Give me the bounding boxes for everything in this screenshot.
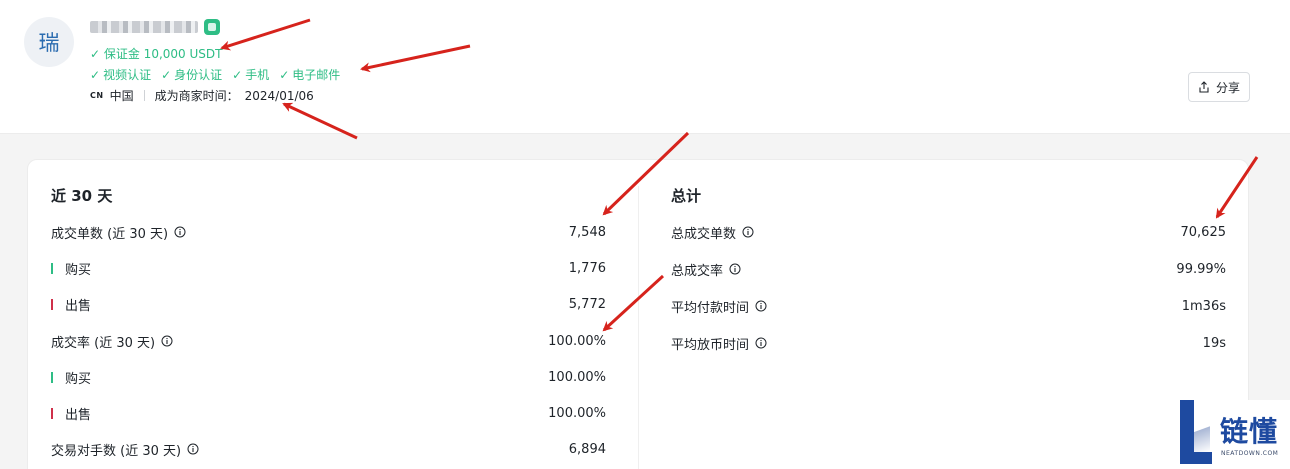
stat-label: 成交单数 (近 30 天) [51, 226, 169, 242]
share-icon [1199, 81, 1209, 93]
merchant-header: 瑞 ✓ 保证金 10,000 USDT ✓ 视频认证 ✓ 身份认证 ✓ 手机 ✓ 电子邮… [0, 0, 1290, 134]
stat-value: 7,548 [568, 224, 606, 240]
check-icon: ✓ [232, 67, 243, 82]
stat-row-total-completion: 总成交率 99.99% [671, 259, 1226, 279]
stat-value: 19s [1202, 335, 1226, 351]
stat-row-counterparties-30d: 交易对手数 (近 30 天) 6,894 [51, 439, 606, 459]
column-divider [638, 186, 639, 469]
info-icon[interactable] [187, 443, 199, 455]
stat-value: 1,776 [568, 260, 606, 276]
info-icon[interactable] [742, 226, 754, 238]
merchant-meta: CN 中国 成为商家时间： 2024/01/06 [90, 87, 314, 104]
share-label: 分享 [1215, 80, 1240, 95]
stats-card: 近 30 天 成交单数 (近 30 天) 7,548 购买 1,776 出售 5… [27, 159, 1249, 469]
stat-row-buy-orders: 购买 1,776 [51, 258, 606, 278]
info-icon[interactable] [729, 263, 741, 275]
stat-label: 出售 [65, 298, 92, 314]
stat-row-orders-30d: 成交单数 (近 30 天) 7,548 [51, 222, 606, 242]
divider [143, 90, 145, 101]
watermark-logo-shape [1180, 452, 1212, 464]
buy-indicator [51, 371, 53, 383]
watermark-text: 链懂 [1220, 415, 1279, 448]
verified-badge-icon [204, 19, 220, 35]
stat-label: 购买 [65, 371, 92, 387]
stat-label: 购买 [65, 262, 92, 278]
stat-value: 5,772 [568, 296, 606, 312]
verification-identity: ✓ 身份认证 [161, 66, 222, 83]
verification-label: 手机 [245, 68, 270, 82]
stat-label: 交易对手数 (近 30 天) [51, 443, 182, 459]
check-icon: ✓ [279, 67, 290, 82]
last30-title: 近 30 天 [51, 187, 113, 205]
stat-row-avg-release-time: 平均放币时间 19s [671, 333, 1226, 353]
info-icon[interactable] [161, 335, 173, 347]
share-button[interactable]: 分享 [1188, 72, 1250, 102]
verification-label: 视频认证 [103, 68, 152, 82]
check-icon: ✓ [90, 67, 101, 82]
info-icon[interactable] [174, 226, 186, 238]
stat-value: 70,625 [1180, 224, 1227, 240]
watermark-logo: 链懂 NEATDOWN.COM [1176, 400, 1290, 469]
stat-label: 成交率 (近 30 天) [51, 335, 156, 351]
stat-row-buy-completion: 购买 100.00% [51, 367, 606, 387]
total-title: 总计 [671, 187, 702, 205]
info-icon[interactable] [755, 300, 767, 312]
avatar: 瑞 [24, 17, 74, 67]
check-icon: ✓ [161, 67, 172, 82]
stat-value: 100.00% [548, 333, 606, 349]
verification-label: 身份认证 [174, 68, 223, 82]
merchant-name-row [90, 18, 220, 36]
country-name: 中国 [109, 89, 134, 103]
verification-list: ✓ 视频认证 ✓ 身份认证 ✓ 手机 ✓ 电子邮件 [90, 66, 340, 83]
sell-indicator [51, 407, 53, 419]
verification-email: ✓ 电子邮件 [279, 66, 340, 83]
stat-row-avg-pay-time: 平均付款时间 1m36s [671, 296, 1226, 316]
stat-label: 出售 [65, 407, 92, 423]
verification-phone: ✓ 手机 [232, 66, 269, 83]
merchant-since-label: 成为商家时间： [154, 89, 239, 103]
verification-video: ✓ 视频认证 [90, 66, 151, 83]
merchant-name [90, 21, 198, 33]
stat-value: 1m36s [1181, 298, 1226, 314]
watermark-url: NEATDOWN.COM [1221, 450, 1279, 457]
buy-indicator [51, 262, 53, 274]
stat-value: 100.00% [548, 405, 606, 421]
stat-value: 100.00% [548, 369, 606, 385]
country-code: CN [90, 91, 104, 100]
watermark-logo-shape [1194, 400, 1210, 452]
stat-label: 总成交单数 [671, 226, 737, 242]
deposit-label: ✓ 保证金 10,000 USDT [90, 47, 223, 61]
sell-indicator [51, 298, 53, 310]
merchant-since-date: 2024/01/06 [244, 88, 314, 103]
verification-label: 电子邮件 [292, 68, 341, 82]
stat-row-sell-completion: 出售 100.00% [51, 403, 606, 423]
stat-row-sell-orders: 出售 5,772 [51, 294, 606, 314]
info-icon[interactable] [755, 337, 767, 349]
stat-label: 平均付款时间 [671, 300, 750, 316]
stat-row-total-orders: 总成交单数 70,625 [671, 222, 1226, 242]
stat-row-completion-30d: 成交率 (近 30 天) 100.00% [51, 331, 606, 351]
stat-value: 6,894 [568, 441, 606, 457]
stat-value: 99.99% [1176, 261, 1226, 277]
stat-label: 总成交率 [671, 263, 724, 279]
stat-label: 平均放币时间 [671, 337, 750, 353]
